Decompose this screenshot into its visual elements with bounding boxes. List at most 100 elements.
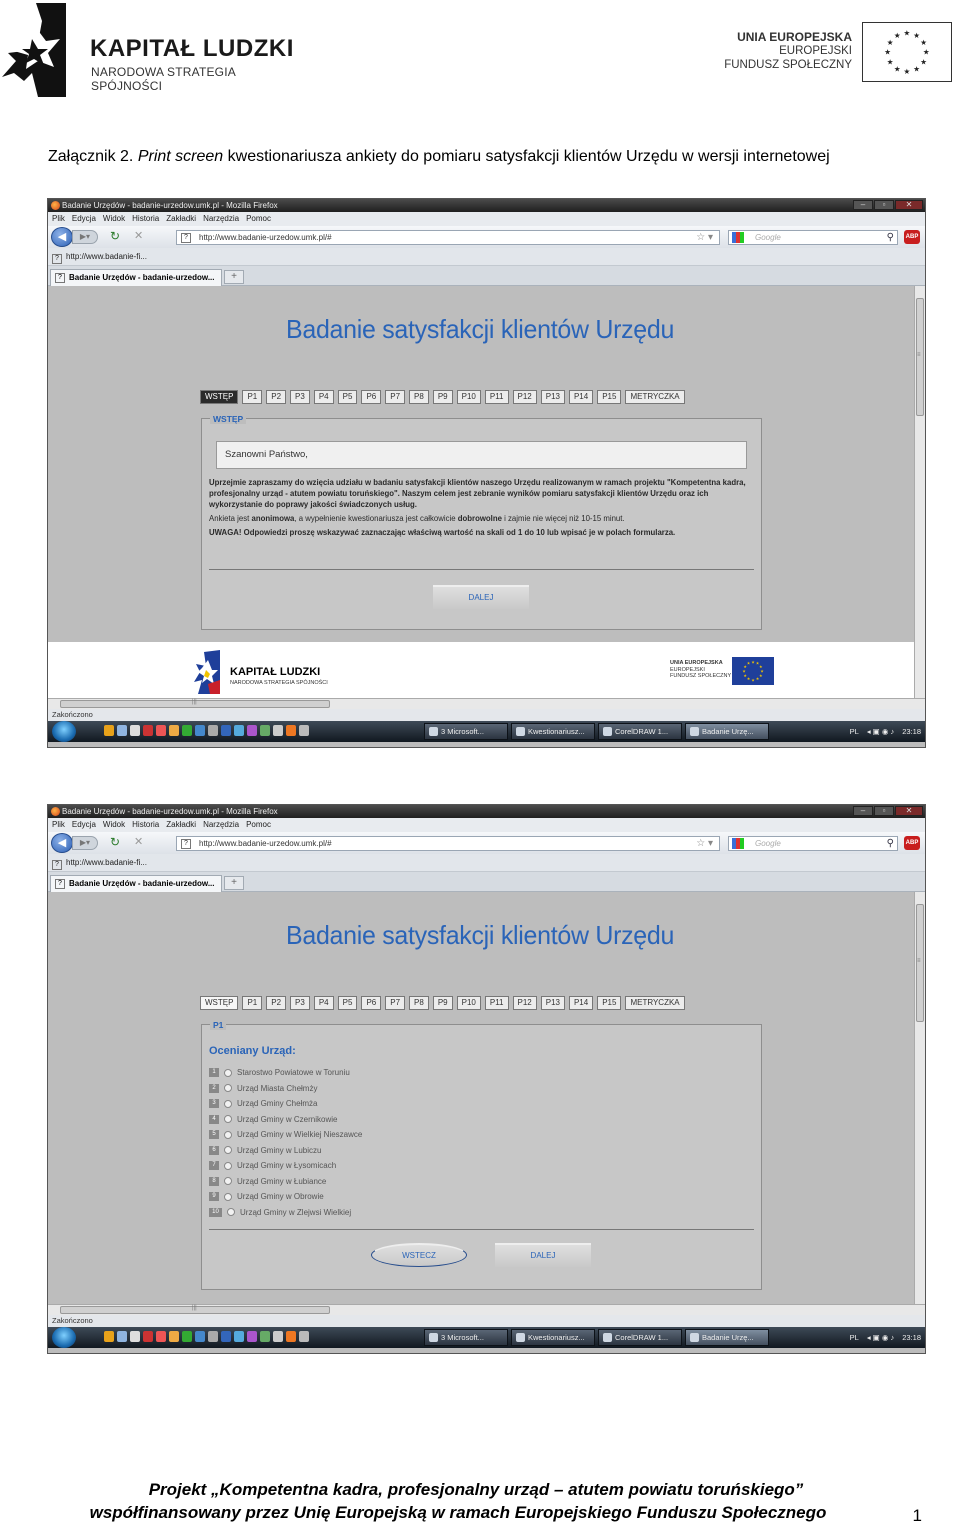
app-icon[interactable]	[208, 1331, 218, 1342]
app-icon[interactable]	[143, 1331, 153, 1342]
task-microsoft[interactable]: 3 Microsoft...	[424, 723, 508, 740]
task-badanie[interactable]: Badanie Urzę...	[685, 1329, 769, 1346]
step-p1[interactable]: P1	[242, 390, 263, 404]
language-indicator[interactable]: PL	[850, 1327, 859, 1348]
menu-historia[interactable]: Historia	[132, 212, 159, 226]
app-icon[interactable]	[156, 725, 166, 736]
search-input[interactable]: Google ⚲	[728, 230, 898, 245]
language-indicator[interactable]: PL	[850, 721, 859, 742]
new-tab-button[interactable]: +	[224, 876, 244, 890]
app-icon[interactable]	[208, 725, 218, 736]
app-icon[interactable]	[169, 725, 179, 736]
clock[interactable]: 23:18	[902, 1327, 921, 1348]
option-row[interactable]: 3 Urząd Gminy Chełmża	[209, 1096, 362, 1112]
menu-narzedzia[interactable]: Narzędzia	[203, 818, 239, 832]
app-icon[interactable]	[260, 725, 270, 736]
option-row[interactable]: 9 Urząd Gminy w Obrowie	[209, 1189, 362, 1205]
step-p9[interactable]: P9	[432, 996, 453, 1010]
close-button[interactable]: ✕	[895, 200, 923, 210]
option-row[interactable]: 7 Urząd Gminy w Łysomicach	[209, 1158, 362, 1174]
step-p6[interactable]: P6	[361, 996, 382, 1010]
menu-pomoc[interactable]: Pomoc	[246, 818, 271, 832]
app-icon[interactable]	[273, 725, 283, 736]
menu-widok[interactable]: Widok	[103, 818, 125, 832]
reload-icon[interactable]: ↻	[110, 229, 120, 243]
step-metryczka[interactable]: METRYCZKA	[625, 390, 685, 404]
radio-button[interactable]	[224, 1099, 232, 1108]
start-button[interactable]	[52, 721, 76, 742]
bookmark-star-icon[interactable]: ☆ ▾	[696, 231, 713, 244]
stop-icon[interactable]: ✕	[134, 835, 143, 848]
tab-badanie[interactable]: ? Badanie Urzędów - badanie-urzedow...	[50, 269, 222, 286]
step-p11[interactable]: P11	[484, 390, 509, 404]
step-p6[interactable]: P6	[361, 390, 382, 404]
url-bar[interactable]: ? http://www.badanie-urzedow.umk.pl/# ☆ …	[176, 836, 720, 851]
step-p5[interactable]: P5	[337, 996, 358, 1010]
vertical-scrollbar[interactable]: ≡	[914, 286, 925, 698]
step-p10[interactable]: P10	[456, 996, 481, 1010]
option-row[interactable]: 2 Urząd Miasta Chełmży	[209, 1081, 362, 1097]
app-icon[interactable]	[286, 725, 296, 736]
radio-button[interactable]	[224, 1192, 232, 1201]
app-icon[interactable]	[286, 1331, 296, 1342]
app-icon[interactable]	[143, 725, 153, 736]
radio-button[interactable]	[224, 1115, 232, 1124]
step-wstep[interactable]: WSTĘP	[200, 996, 239, 1010]
step-p10[interactable]: P10	[456, 390, 481, 404]
radio-button[interactable]	[224, 1084, 232, 1093]
app-icon[interactable]	[221, 1331, 231, 1342]
url-bar[interactable]: ? http://www.badanie-urzedow.umk.pl/# ☆ …	[176, 230, 720, 245]
step-p14[interactable]: P14	[568, 996, 594, 1010]
step-p4[interactable]: P4	[313, 996, 334, 1010]
step-p2[interactable]: P2	[266, 390, 287, 404]
reload-icon[interactable]: ↻	[110, 835, 120, 849]
step-p12[interactable]: P12	[512, 390, 537, 404]
menu-narzedzia[interactable]: Narzędzia	[203, 212, 239, 226]
maximize-button[interactable]: ▫	[874, 200, 894, 210]
step-p3[interactable]: P3	[290, 390, 310, 404]
app-icon[interactable]	[195, 725, 205, 736]
radio-button[interactable]	[227, 1208, 235, 1217]
app-icon[interactable]	[117, 725, 127, 736]
menu-historia[interactable]: Historia	[132, 818, 159, 832]
task-kwestionariusz[interactable]: Kwestionariusz...	[511, 723, 595, 740]
step-p3[interactable]: P3	[290, 996, 310, 1010]
step-p8[interactable]: P8	[409, 996, 429, 1010]
step-p5[interactable]: P5	[337, 390, 358, 404]
task-microsoft[interactable]: 3 Microsoft...	[424, 1329, 508, 1346]
radio-button[interactable]	[224, 1130, 232, 1139]
adblock-icon[interactable]: ABP	[904, 230, 920, 244]
clock[interactable]: 23:18	[902, 721, 921, 742]
app-icon[interactable]	[104, 1331, 114, 1342]
search-icon[interactable]: ⚲	[887, 837, 894, 850]
app-icon[interactable]	[247, 1331, 257, 1342]
next-button[interactable]: DALEJ	[433, 585, 529, 609]
step-p7[interactable]: P7	[385, 996, 406, 1010]
task-kwestionariusz[interactable]: Kwestionariusz...	[511, 1329, 595, 1346]
forward-arrow-icon[interactable]: ▶▾	[72, 836, 98, 850]
menu-plik[interactable]: Plik	[52, 818, 65, 832]
app-icon[interactable]	[260, 1331, 270, 1342]
app-icon[interactable]	[234, 725, 244, 736]
forward-arrow-icon[interactable]: ▶▾	[72, 230, 98, 244]
minimize-button[interactable]: –	[853, 806, 873, 816]
option-row[interactable]: 4 Urząd Gminy w Czernikowie	[209, 1112, 362, 1128]
app-icon[interactable]	[299, 1331, 309, 1342]
start-button[interactable]	[52, 1327, 76, 1348]
adblock-icon[interactable]: ABP	[904, 836, 920, 850]
menu-edycja[interactable]: Edycja	[72, 818, 96, 832]
step-p15[interactable]: P15	[597, 996, 622, 1010]
app-icon[interactable]	[273, 1331, 283, 1342]
horizontal-scrollbar[interactable]: |||	[48, 1304, 925, 1315]
step-p14[interactable]: P14	[568, 390, 594, 404]
app-icon[interactable]	[299, 725, 309, 736]
bookmark-star-icon[interactable]: ☆ ▾	[696, 837, 713, 850]
app-icon[interactable]	[195, 1331, 205, 1342]
app-icon[interactable]	[182, 725, 192, 736]
app-icon[interactable]	[104, 725, 114, 736]
menu-zakladki[interactable]: Zakładki	[166, 818, 196, 832]
back-button[interactable]: WSTECZ	[371, 1243, 467, 1267]
task-coreldraw[interactable]: CorelDRAW 1...	[598, 1329, 682, 1346]
step-p4[interactable]: P4	[313, 390, 334, 404]
back-arrow-icon[interactable]: ◀	[51, 833, 73, 853]
